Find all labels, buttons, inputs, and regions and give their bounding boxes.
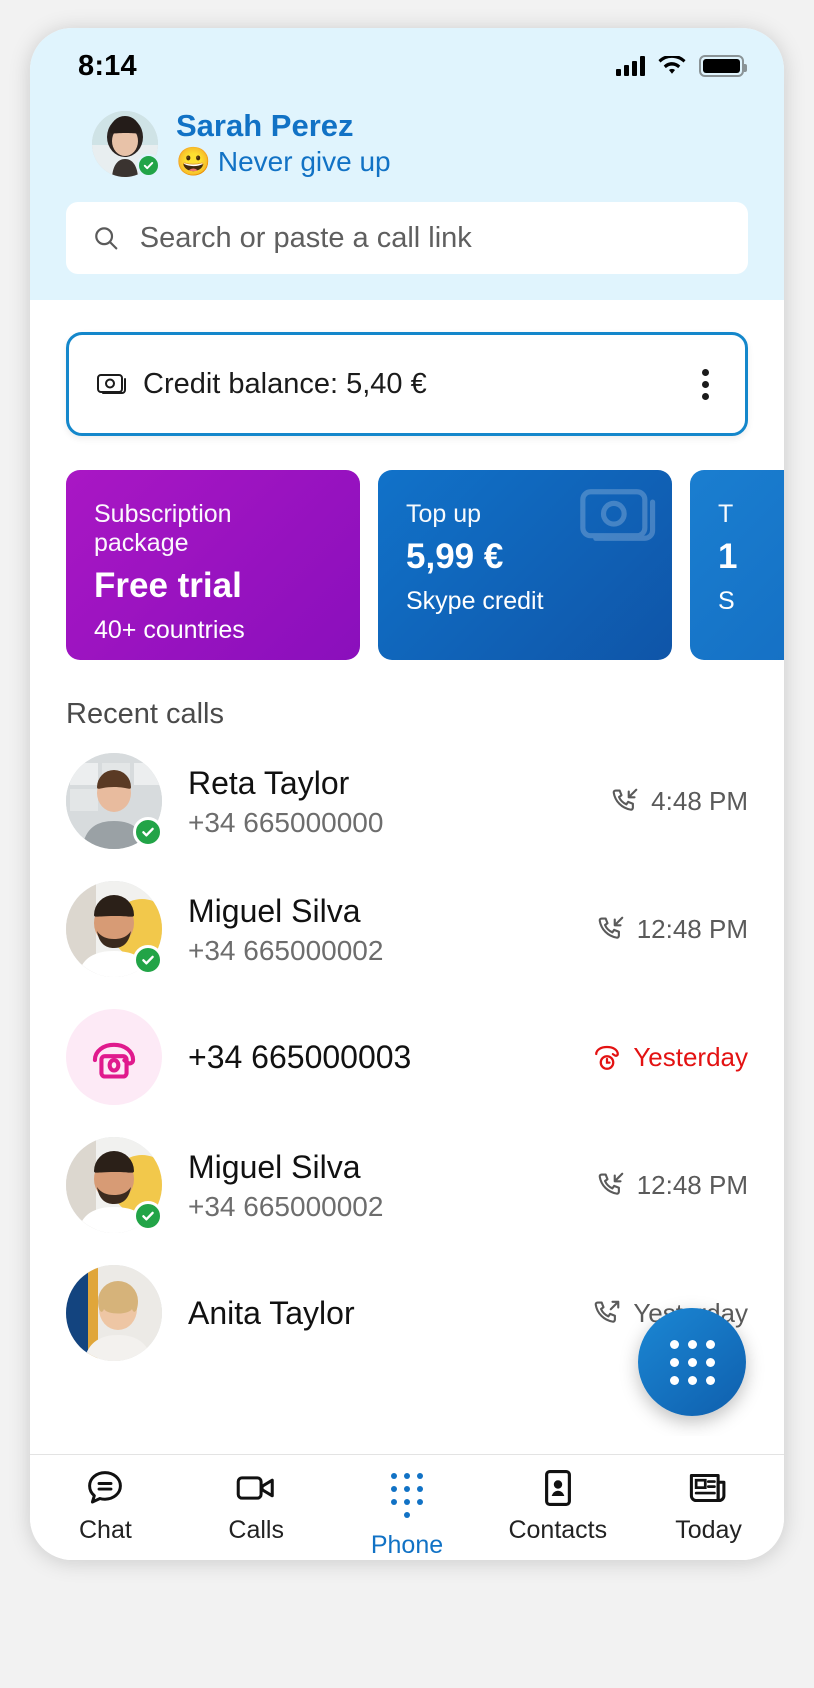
missed-call-icon <box>595 1046 620 1071</box>
avatar[interactable] <box>92 111 160 178</box>
phone-frame: 8:14 Sarah Perez 😀 Never give up Search … <box>30 28 784 1560</box>
contact-number: +34 665000002 <box>188 1191 384 1223</box>
promo-card[interactable]: Top up 5,99 € Skype credit <box>378 470 672 661</box>
promo-card-top: Top up <box>406 500 482 529</box>
list-item[interactable]: Reta Taylor +34 665000000 4:48 PM <box>30 737 784 865</box>
wifi-icon <box>658 55 686 74</box>
promo-card-bottom: Skype credit <box>406 587 544 616</box>
call-meta: 12:48 PM <box>596 1170 748 1201</box>
presence-online-icon <box>133 817 163 848</box>
call-time: 12:48 PM <box>636 913 748 944</box>
contact-name: Miguel Silva <box>188 893 361 930</box>
tab-label: Today <box>675 1516 742 1544</box>
avatar <box>66 1009 162 1106</box>
tab-chat[interactable]: Chat <box>30 1467 181 1545</box>
credit-balance-card[interactable]: Credit balance: 5,40 € <box>66 332 748 437</box>
profile-mood: 😀 Never give up <box>176 144 391 180</box>
call-time: 12:48 PM <box>636 1169 748 1200</box>
app-header: Sarah Perez 😀 Never give up <box>30 98 784 301</box>
list-item-info: Miguel Silva +34 665000002 <box>188 1147 570 1223</box>
banknote-icon <box>97 374 126 395</box>
main-content: Credit balance: 5,40 € Subscription pack… <box>30 300 784 1437</box>
presence-online-icon <box>133 1201 163 1232</box>
list-item-info: Miguel Silva +34 665000002 <box>188 891 570 967</box>
list-item[interactable]: +34 665000003 Yesterday <box>30 993 784 1121</box>
promo-card-mid: 1 <box>718 537 738 577</box>
search-bar[interactable] <box>66 202 748 275</box>
contact-name: Miguel Silva <box>188 1149 361 1186</box>
presence-online-icon <box>137 154 160 178</box>
recent-calls-list: Reta Taylor +34 665000000 4:48 PM Miguel… <box>30 737 784 1377</box>
contact-number: +34 665000000 <box>188 807 384 839</box>
contact-name: Reta Taylor <box>188 765 350 802</box>
contact-card-icon <box>544 1469 571 1507</box>
search-icon <box>95 227 118 250</box>
recent-calls-heading: Recent calls <box>66 698 224 731</box>
contact-name: +34 665000003 <box>188 1039 412 1076</box>
avatar[interactable] <box>66 1265 162 1362</box>
tab-today[interactable]: Today <box>633 1467 784 1545</box>
incoming-call-icon <box>612 789 638 812</box>
search-input[interactable] <box>139 221 722 255</box>
list-item-info: Reta Taylor +34 665000000 <box>188 763 584 839</box>
avatar[interactable] <box>66 1137 163 1234</box>
list-item[interactable]: Miguel Silva +34 665000002 12:48 PM <box>30 1121 784 1249</box>
promo-card[interactable]: T 1 S <box>690 470 784 661</box>
battery-full-icon <box>699 55 747 77</box>
list-item-info: +34 665000003 <box>188 1037 566 1077</box>
incoming-call-icon <box>598 917 624 940</box>
credit-balance-label: Credit balance: 5,40 € <box>143 367 427 400</box>
promo-card-mid: Free trial <box>94 566 242 606</box>
video-camera-icon <box>236 1476 274 1500</box>
list-item-info: Anita Taylor <box>188 1293 566 1333</box>
tab-contacts[interactable]: Contacts <box>482 1467 633 1545</box>
more-vertical-icon[interactable] <box>692 363 719 406</box>
cellular-bars-icon <box>616 56 645 76</box>
dialpad-icon <box>390 1467 423 1524</box>
tab-label: Calls <box>228 1516 284 1544</box>
avatar[interactable] <box>66 753 163 850</box>
credit-balance-left: Credit balance: 5,40 € <box>97 368 427 401</box>
list-item[interactable]: Miguel Silva +34 665000002 12:48 PM <box>30 865 784 993</box>
promo-card-bottom: 40+ countries <box>94 616 245 645</box>
bottom-tab-bar: Chat Calls Phone Contacts Today <box>30 1454 784 1560</box>
status-bar: 8:14 <box>30 28 784 98</box>
tab-label: Phone <box>370 1531 444 1559</box>
page-title: Sarah Perez <box>176 108 354 143</box>
call-meta: Yesterday <box>592 1042 748 1073</box>
call-meta: 4:48 PM <box>610 786 748 817</box>
outgoing-call-icon <box>594 1301 620 1324</box>
promo-card[interactable]: Subscription package Free trial 40+ coun… <box>66 470 360 661</box>
call-time: Yesterday <box>633 1041 748 1072</box>
tab-label: Chat <box>78 1516 132 1544</box>
chat-bubble-icon <box>88 1471 123 1504</box>
profile-block[interactable]: Sarah Perez 😀 Never give up <box>66 108 748 180</box>
avatar[interactable] <box>66 881 163 978</box>
promo-card-carousel[interactable]: Subscription package Free trial 40+ coun… <box>66 470 784 661</box>
presence-online-icon <box>133 945 163 976</box>
news-icon <box>689 1473 725 1503</box>
tab-label: Contacts <box>508 1516 608 1544</box>
missed-call-phone-icon <box>66 1009 162 1106</box>
contact-number: +34 665000002 <box>188 935 384 967</box>
call-meta: 12:48 PM <box>596 914 748 945</box>
promo-card-bottom: S <box>718 587 735 616</box>
contact-avatar-image <box>66 1265 162 1362</box>
dialpad-icon <box>669 1339 715 1385</box>
status-bar-icons <box>616 55 747 77</box>
tab-phone[interactable]: Phone <box>332 1467 483 1560</box>
contact-name: Anita Taylor <box>188 1295 355 1332</box>
call-time: 4:48 PM <box>651 785 748 816</box>
promo-card-top: Subscription package <box>94 500 232 558</box>
dialpad-fab-button[interactable] <box>638 1308 746 1417</box>
promo-card-top: T <box>718 500 734 529</box>
mood-text: Never give up <box>217 145 391 177</box>
tab-calls[interactable]: Calls <box>181 1467 332 1545</box>
incoming-call-icon <box>598 1173 624 1196</box>
status-bar-clock: 8:14 <box>78 49 137 82</box>
mood-emoji-icon: 😀 <box>176 145 211 177</box>
